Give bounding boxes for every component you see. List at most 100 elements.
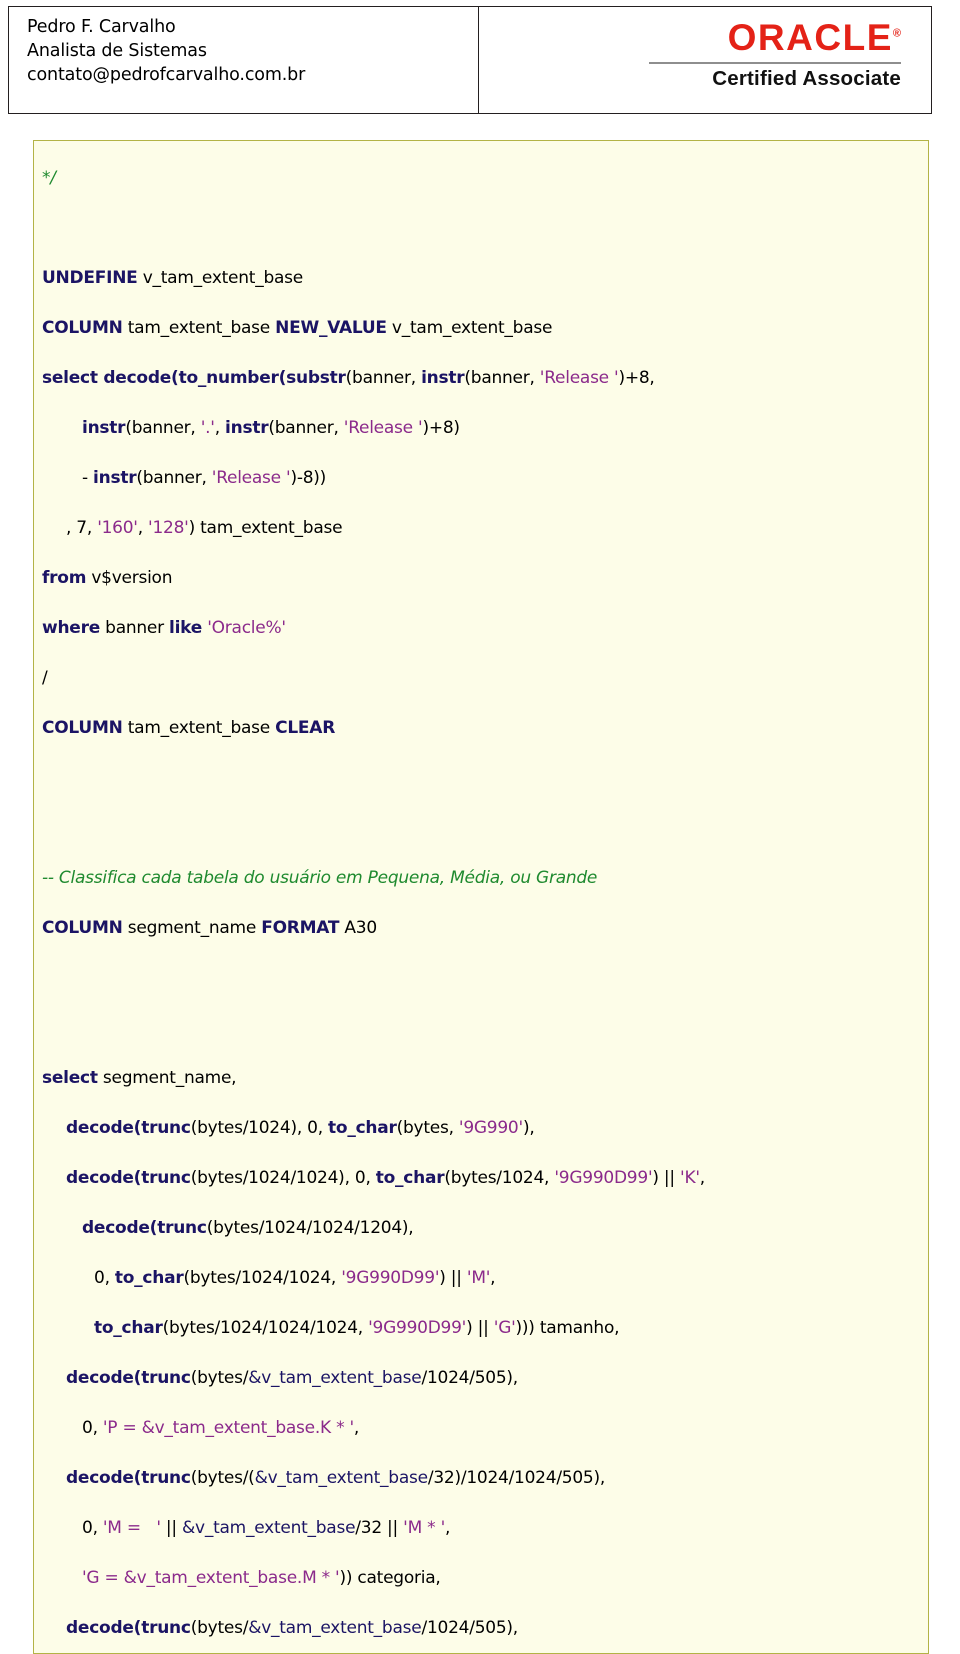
code-token-kw: to_char xyxy=(375,1167,445,1188)
contact-role: Analista de Sistemas xyxy=(27,40,207,61)
contact-name: Pedro F. Carvalho xyxy=(27,17,176,37)
code-token-pl: /32)/1024/1024/505), xyxy=(427,1467,606,1488)
code-token-pl: , xyxy=(214,417,226,438)
code-token-kw: like xyxy=(169,617,203,638)
code-token-str: '9G990D99' xyxy=(341,1267,440,1288)
code-line: UNDEFINE v_tam_extent_base xyxy=(34,253,928,303)
oracle-wordmark-text: ORACLE xyxy=(727,17,893,58)
code-token-kw: to_char xyxy=(114,1267,184,1288)
code-token-str: 'M = ' xyxy=(102,1517,161,1538)
code-token-str: '9G990' xyxy=(458,1117,523,1138)
oracle-badge-cell: ORACLE® Certified Associate xyxy=(477,6,932,114)
code-token-pl: (bytes/ xyxy=(190,1617,249,1638)
code-token-kw: COLUMN xyxy=(42,917,123,938)
code-token-kw: to_char xyxy=(94,1317,163,1338)
code-token-kw: trunc xyxy=(141,1367,191,1388)
code-token-str: 'Release ' xyxy=(539,367,619,388)
code-line: from v$version xyxy=(34,553,928,603)
code-line: - instr (banner, 'Release ')-8)) xyxy=(34,453,928,503)
oracle-wordmark: ORACLE® xyxy=(728,19,901,56)
code-token-str: 'Release ' xyxy=(343,417,423,438)
code-token-kw: decode( xyxy=(66,1617,142,1638)
code-token-var: &v_tam_extent_base xyxy=(248,1617,422,1638)
code-token-str: '160' xyxy=(97,517,138,538)
code-token-pl: (banner, xyxy=(268,417,344,438)
code-token-kw: instr xyxy=(82,417,126,438)
code-token-pl: (bytes/1024/1024/1204), xyxy=(206,1217,414,1238)
code-token-pl: (banner, xyxy=(136,467,212,488)
code-token-pl: v_tam_extent_base xyxy=(137,267,304,288)
code-token-pl: (bytes/1024/1024, xyxy=(183,1267,342,1288)
code-token-kw: where xyxy=(42,617,101,638)
code-token-cmt: */ xyxy=(42,167,56,188)
code-line: COLUMN tam_extent_base CLEAR xyxy=(34,703,928,753)
sql-code-block: */ UNDEFINE v_tam_extent_base COLUMN tam_… xyxy=(33,140,929,1654)
code-line: select decode(to_number(substr (banner, i… xyxy=(34,353,928,403)
code-token-pl: (bytes, xyxy=(396,1117,459,1138)
code-token-pl: - xyxy=(82,467,94,488)
code-token-pl: , xyxy=(137,517,149,538)
code-token-str: 'M' xyxy=(466,1267,491,1288)
code-token-pl: , xyxy=(699,1167,705,1188)
code-line: decode(trunc (bytes/1024/1024), 0, to_cha… xyxy=(34,1153,928,1203)
code-token-pl: 0, xyxy=(82,1417,103,1438)
code-line: 0, 'P = &v_tam_extent_base.K * ', xyxy=(34,1403,928,1453)
code-token-kw: trunc xyxy=(141,1617,191,1638)
code-token-kw: UNDEFINE xyxy=(42,267,138,288)
code-token-kw: decode( xyxy=(66,1167,142,1188)
code-line: 0, 'M = ' || &v_tam_extent_base/32 || 'M… xyxy=(34,1503,928,1553)
code-token-str: 'G' xyxy=(493,1317,516,1338)
code-token-str: '.' xyxy=(200,417,215,438)
code-token-kw: to_number( xyxy=(178,367,287,388)
code-token-pl: (bytes/ xyxy=(190,1367,249,1388)
contact-cell: Pedro F. Carvalho Analista de Sistemas c… xyxy=(8,6,479,114)
code-line: decode(trunc (bytes/&v_tam_extent_base/10… xyxy=(34,1603,928,1653)
code-token-str: '128' xyxy=(148,517,189,538)
code-token-pl: || xyxy=(160,1517,183,1538)
contact-block: Pedro F. Carvalho Analista de Sistemas c… xyxy=(9,7,478,88)
code-token-pl: segment_name, xyxy=(97,1067,237,1088)
code-token-kw: trunc xyxy=(141,1467,191,1488)
code-token-var: &v_tam_extent_base xyxy=(182,1517,356,1538)
code-token-pl: ) || xyxy=(652,1167,681,1188)
code-token-pl: , xyxy=(490,1267,496,1288)
code-token-pl: v$version xyxy=(86,567,173,588)
code-line: 0, to_char (bytes/1024/1024, '9G990D99') … xyxy=(34,1253,928,1303)
code-token-kw: decode( xyxy=(66,1117,142,1138)
code-token-pl: /1024/505), xyxy=(421,1617,518,1638)
code-token-pl: , xyxy=(353,1417,360,1438)
code-token-kw: COLUMN xyxy=(42,717,123,738)
logo-divider xyxy=(649,62,901,64)
code-line: */ xyxy=(34,153,928,203)
code-line: where banner like 'Oracle%' xyxy=(34,603,928,653)
code-token-kw: decode( xyxy=(66,1467,142,1488)
code-token-var: &v_tam_extent_base xyxy=(248,1367,422,1388)
code-line: select segment_name, xyxy=(34,1053,928,1103)
code-token-pl: v_tam_extent_base xyxy=(386,317,553,338)
code-token-kw: select decode( xyxy=(42,367,179,388)
header-table: Pedro F. Carvalho Analista de Sistemas c… xyxy=(8,6,932,114)
code-line: -- Classifica cada tabela do usuário em … xyxy=(34,853,928,903)
code-line: to_char (bytes/1024/1024/1024, '9G990D99'… xyxy=(34,1303,928,1353)
code-token-pl: 0, xyxy=(94,1267,115,1288)
code-token-pl: )+8, xyxy=(618,367,655,388)
code-token-kw: to_char xyxy=(328,1117,397,1138)
code-token-kw: CLEAR xyxy=(275,717,336,738)
code-token-kw: select xyxy=(42,1067,98,1088)
code-token-cmt: -- Classifica cada tabela do usuário em … xyxy=(42,867,598,888)
code-token-kw: substr xyxy=(286,367,346,388)
code-token-kw: trunc xyxy=(157,1217,207,1238)
code-line: / xyxy=(34,653,928,703)
code-token-pl: tam_extent_base xyxy=(122,717,276,738)
oracle-certified-associate-logo: ORACLE® Certified Associate xyxy=(479,7,932,89)
code-token-pl: )) categoria, xyxy=(339,1567,441,1588)
code-token-var: &v_tam_extent_base xyxy=(254,1467,429,1488)
code-line: , 7, '160', '128') tam_extent_base xyxy=(34,503,928,553)
code-token-kw: decode( xyxy=(82,1217,158,1238)
code-token-pl: (bytes/( xyxy=(190,1467,255,1488)
code-token-pl: A30 xyxy=(339,917,377,938)
code-line: 'G = &v_tam_extent_base.M * ')) categori… xyxy=(34,1553,928,1603)
code-token-pl: , 7, xyxy=(66,517,98,538)
code-line: decode(trunc (bytes/&v_tam_extent_base/10… xyxy=(34,1353,928,1403)
